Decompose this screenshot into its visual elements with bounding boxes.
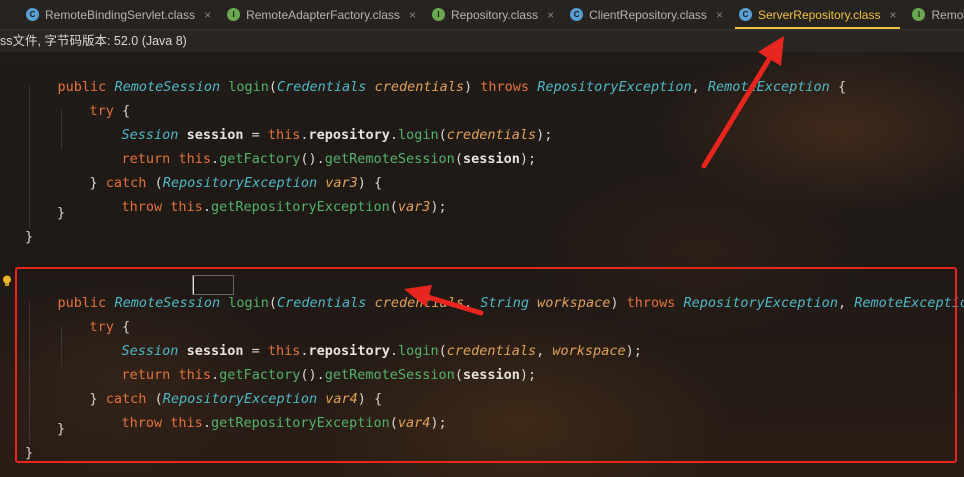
arrow-to-method-signature [404, 285, 484, 316]
annotation-arrows [404, 36, 784, 316]
arrow-to-active-tab [701, 36, 784, 169]
